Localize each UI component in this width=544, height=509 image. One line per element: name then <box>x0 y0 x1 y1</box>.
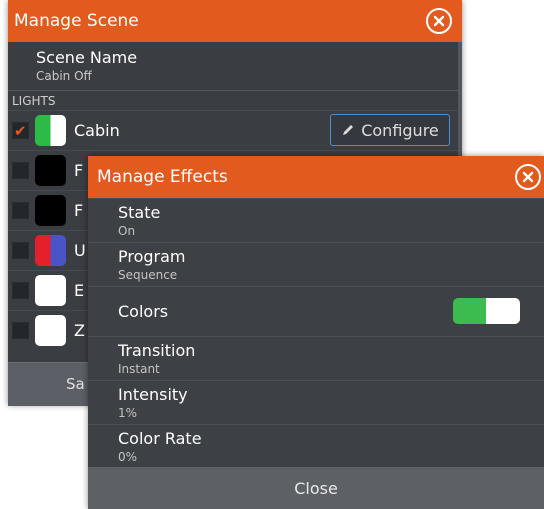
light-label: F <box>74 201 84 220</box>
light-label: F <box>74 161 84 180</box>
toggle-on-segment <box>453 298 486 324</box>
light-checkbox[interactable]: ✔ <box>12 122 29 139</box>
light-checkbox[interactable] <box>12 282 29 299</box>
save-label: Sa <box>66 375 85 393</box>
colors-toggle[interactable] <box>453 298 520 324</box>
effect-value: 1% <box>118 406 138 420</box>
effect-value: Sequence <box>118 268 178 282</box>
effect-value: Instant <box>118 362 160 376</box>
effect-row-state[interactable]: State On <box>88 198 544 243</box>
effects-close-button[interactable] <box>515 164 541 190</box>
effect-value: 0% <box>118 450 138 464</box>
configure-label: Configure <box>361 120 439 140</box>
scene-name-field[interactable]: Scene Name Cabin Off <box>8 42 458 90</box>
light-row[interactable]: ✔ Cabin Configure <box>8 110 458 151</box>
configure-button[interactable]: Configure <box>330 114 450 146</box>
pencil-icon <box>343 125 354 135</box>
light-label: Z <box>74 321 85 340</box>
light-color-swatch <box>35 275 66 306</box>
close-icon <box>433 15 445 27</box>
light-color-swatch <box>35 115 66 146</box>
effect-row-color-rate[interactable]: Color Rate 0% <box>88 424 544 468</box>
effect-row-program[interactable]: Program Sequence <box>88 242 544 287</box>
effect-label: Program <box>118 247 186 266</box>
light-label: U <box>74 241 86 260</box>
light-color-swatch <box>35 235 66 266</box>
lights-section-header: LIGHTS <box>8 90 458 110</box>
close-label: Close <box>294 478 338 498</box>
light-label: E <box>74 281 85 300</box>
scene-title-bar: Manage Scene <box>8 0 462 42</box>
scene-name-label: Scene Name <box>36 48 138 67</box>
effect-row-intensity[interactable]: Intensity 1% <box>88 380 544 425</box>
effect-row-transition[interactable]: Transition Instant <box>88 336 544 381</box>
manage-effects-dialog: Manage Effects State On Program Sequence… <box>88 156 544 509</box>
effect-label: Intensity <box>118 385 188 404</box>
checkmark-icon: ✔ <box>14 122 27 140</box>
effect-value: On <box>118 224 136 238</box>
effect-label: Color Rate <box>118 429 202 448</box>
effect-row-colors[interactable]: Colors <box>88 286 544 337</box>
effects-dialog-title: Manage Effects <box>97 167 228 187</box>
light-checkbox[interactable] <box>12 202 29 219</box>
close-button[interactable]: Close <box>88 467 544 509</box>
light-checkbox[interactable] <box>12 322 29 339</box>
light-color-swatch <box>35 195 66 226</box>
light-checkbox[interactable] <box>12 242 29 259</box>
effects-title-bar: Manage Effects <box>88 156 544 198</box>
effect-label: State <box>118 203 161 222</box>
scene-name-value: Cabin Off <box>36 69 92 83</box>
lights-section-label: LIGHTS <box>12 94 56 108</box>
light-color-swatch <box>35 155 66 186</box>
scene-close-button[interactable] <box>426 8 452 34</box>
light-label: Cabin <box>74 121 120 140</box>
light-checkbox[interactable] <box>12 162 29 179</box>
light-color-swatch <box>35 315 66 346</box>
toggle-off-segment <box>486 298 520 324</box>
scene-dialog-title: Manage Scene <box>14 11 139 31</box>
effect-label: Colors <box>118 302 169 321</box>
effect-label: Transition <box>118 341 196 360</box>
close-icon <box>522 171 534 183</box>
